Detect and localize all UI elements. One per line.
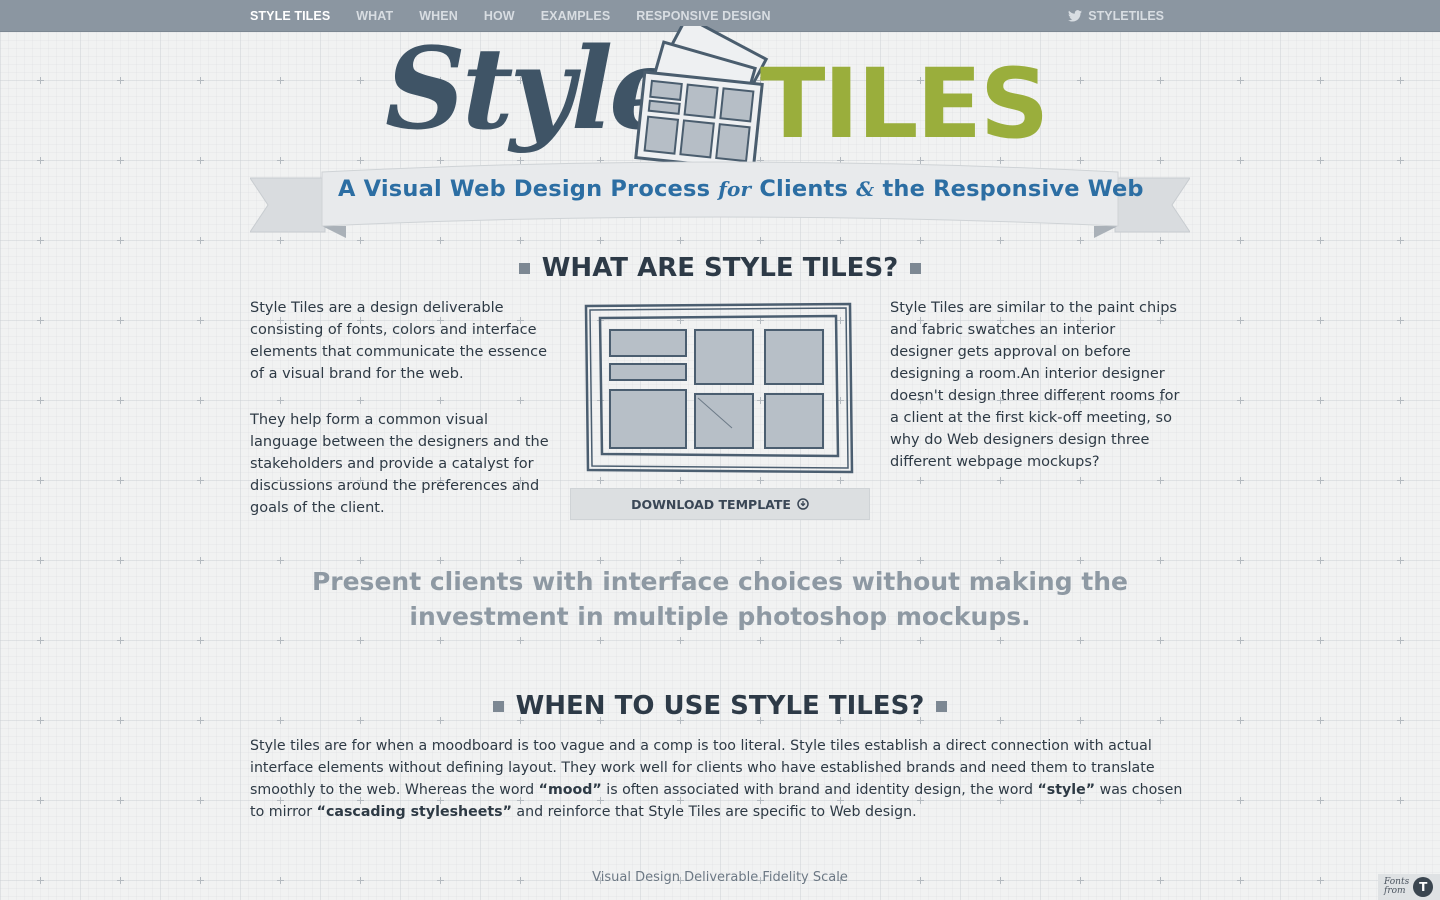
when-heading-text: WHEN TO USE STYLE TILES? (515, 691, 925, 721)
fidelity-scale-link[interactable]: Visual Design Deliverable Fidelity Scale (0, 870, 1440, 885)
what-heading-text: WHAT ARE STYLE TILES? (541, 253, 899, 283)
twitter-bird-icon (1068, 9, 1083, 22)
fonts-badge-text: Fonts from (1384, 878, 1409, 896)
pullquote-line2: investment in multiple photoshop mockups… (409, 602, 1031, 631)
nav-item-how[interactable]: HOW (484, 9, 515, 23)
ribbon-banner-shape (249, 161, 1191, 238)
download-template-button[interactable]: DOWNLOAD TEMPLATE (570, 488, 870, 520)
nav-item-style-tiles[interactable]: STYLE TILES (250, 9, 330, 23)
what-left-para1: Style Tiles are a design deliverable con… (250, 300, 548, 382)
tagline-part1: A Visual Web Design Process (338, 176, 719, 202)
what-right-para: Style Tiles are similar to the paint chi… (890, 300, 1180, 470)
when-bold-css: “cascading stylesheets” (316, 804, 512, 820)
nav-item-responsive-design[interactable]: RESPONSIVE DESIGN (636, 9, 770, 23)
typekit-logo-icon: T (1413, 877, 1434, 897)
tagline-for: for (718, 177, 752, 201)
site-logo[interactable]: Style TILES (385, 26, 1049, 180)
nav-item-when[interactable]: WHEN (419, 9, 458, 23)
heading-square-left (492, 700, 504, 712)
tagline-text: A Visual Web Design Process for Clients … (338, 176, 1144, 202)
heading-square-right (910, 262, 922, 274)
what-left-para2: They help form a common visual language … (250, 412, 549, 516)
arrow-circle-icon (797, 498, 809, 510)
tagline-part2: Clients (751, 176, 857, 202)
heading-square-left (518, 262, 530, 274)
when-bold-mood: “mood” (538, 782, 602, 798)
heading-square-right (936, 700, 948, 712)
twitter-link[interactable]: STYLETILES (1068, 0, 1164, 31)
nav-item-examples[interactable]: EXAMPLES (541, 9, 611, 23)
when-paragraph: Style tiles are for when a moodboard is … (250, 735, 1185, 823)
logo-tiles-word: TILES (760, 48, 1049, 160)
tagline-amp: & (856, 177, 875, 201)
when-bold-style: “style” (1037, 782, 1096, 798)
what-heading: WHAT ARE STYLE TILES? (0, 253, 1440, 283)
download-template-label: DOWNLOAD TEMPLATE (631, 496, 791, 512)
tagline-part3: the Responsive Web (874, 176, 1144, 202)
when-text-b: is often associated with brand and ident… (601, 782, 1038, 798)
nav-item-what[interactable]: WHAT (356, 9, 393, 23)
fonts-badge-line2: from (1384, 886, 1406, 896)
pullquote-line1: Present clients with interface choices w… (311, 567, 1129, 596)
style-tile-illustration (584, 302, 854, 474)
when-text-d: and reinforce that Style Tiles are speci… (511, 804, 917, 820)
when-heading: WHEN TO USE STYLE TILES? (0, 691, 1440, 721)
pullquote: Present clients with interface choices w… (250, 564, 1190, 634)
twitter-label: STYLETILES (1088, 8, 1164, 23)
fonts-from-badge[interactable]: Fonts from T (1378, 874, 1440, 900)
tagline-ribbon: A Visual Web Design Process for Clients … (249, 160, 1191, 250)
tile-papers-icon (634, 26, 769, 172)
